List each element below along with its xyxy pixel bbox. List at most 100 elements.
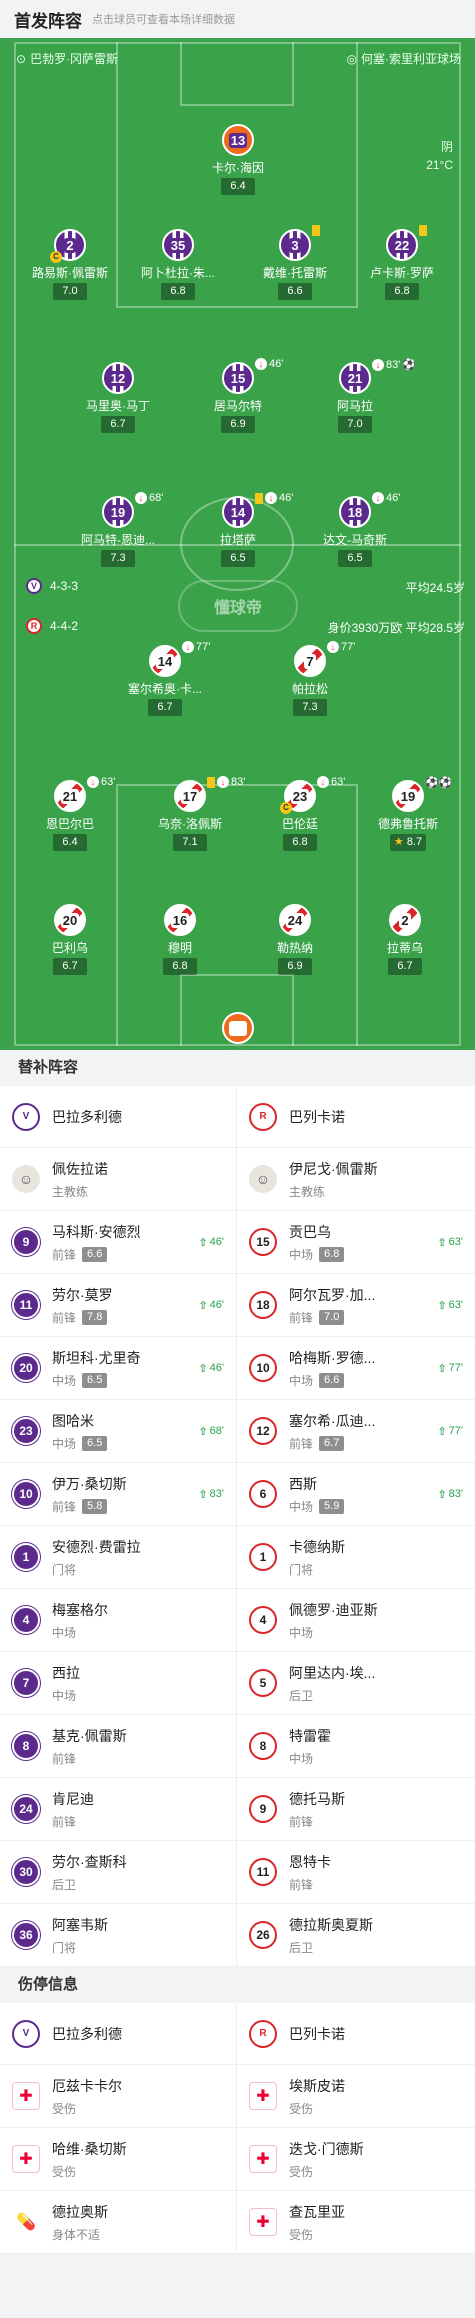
player-name: 塞尔希奥·卡... bbox=[128, 682, 202, 696]
home-player-5[interactable]: 12 马里奥·马丁 6.7 bbox=[63, 362, 173, 433]
home-player-2[interactable]: 35 阿卜杜拉·朱... 6.8 bbox=[123, 229, 233, 300]
away-player-2[interactable]: 21 ↓ 63' 恩巴尔巴 6.4 bbox=[15, 776, 125, 851]
player-name: 卡尔·海因 bbox=[212, 161, 264, 175]
home-sub-row[interactable]: 30 劳尔·查斯科 后卫 bbox=[0, 1841, 237, 1904]
sub-player-name: 斯坦科·尤里奇 bbox=[52, 1349, 141, 1366]
sub-in-minute: 46' bbox=[209, 1299, 224, 1311]
home-sub-row[interactable]: 9 马科斯·安德烈 前锋 6.6 ⇧ 46' bbox=[0, 1211, 237, 1274]
away-player-8[interactable]: 24 勒热纳 6.9 bbox=[240, 904, 350, 975]
injured-player-name: 哈维·桑切斯 bbox=[52, 2140, 127, 2157]
away-sub-row[interactable]: 18 阿尔瓦罗·加... 前锋 7.0 ⇧ 63' bbox=[237, 1274, 475, 1337]
star-icon: ★ bbox=[393, 836, 407, 848]
injury-status: 受伤 bbox=[289, 2164, 314, 2179]
home-team-row[interactable]: V 巴拉多利德 bbox=[0, 1086, 237, 1148]
jersey-number-icon: 7 bbox=[12, 1669, 40, 1697]
jersey-number-icon: 19 bbox=[102, 496, 134, 528]
home-sub-row[interactable]: 1 安德烈·费雷拉 门将 bbox=[0, 1526, 237, 1589]
sub-player-name: 基克·佩雷斯 bbox=[52, 1727, 127, 1744]
away-team-row[interactable]: R 巴列卡诺 bbox=[237, 1086, 475, 1148]
jersey-number-icon: 24 bbox=[279, 904, 311, 936]
sub-player-name: 塞尔希·瓜迪... bbox=[289, 1412, 376, 1429]
watermark-logo: 懂球帝 bbox=[178, 580, 298, 632]
home-injury-row[interactable]: 💊 德拉奥斯 身体不适 bbox=[0, 2191, 237, 2254]
home-coach-row[interactable]: ☺ 佩佐拉诺 主教练 bbox=[0, 1148, 237, 1211]
sub-player-position: 前锋 bbox=[52, 1247, 77, 1262]
injury-cross-icon: ✚ bbox=[12, 2145, 40, 2173]
player-rating: 6.4 bbox=[53, 834, 87, 851]
away-injury-row[interactable]: ✚ 埃斯皮诺 受伤 bbox=[237, 2065, 475, 2128]
home-sub-row[interactable]: 36 阿塞韦斯 门将 bbox=[0, 1904, 237, 1967]
home-sub-row[interactable]: 20 斯坦科·尤里奇 中场 6.5 ⇧ 46' bbox=[0, 1337, 237, 1400]
sub-player-rating: 7.0 bbox=[319, 1309, 345, 1325]
jersey-number-icon: 20 bbox=[54, 904, 86, 936]
away-player-1[interactable]: 7 ↓ 77' 帕拉松 7.3 bbox=[255, 641, 365, 716]
home-player-7[interactable]: 21 ↓ 83' ⚽ 阿马拉 7.0 bbox=[300, 358, 416, 433]
away-injury-row[interactable]: ✚ 查瓦里亚 受伤 bbox=[237, 2191, 475, 2254]
injury-cross-icon: ✚ bbox=[249, 2145, 277, 2173]
away-sub-row[interactable]: 5 阿里达内·埃... 后卫 bbox=[237, 1652, 475, 1715]
sub-in-minute: 63' bbox=[448, 1236, 463, 1248]
rating-value: 6.9 bbox=[230, 418, 246, 430]
home-player-4[interactable]: 22 卢卡斯·罗萨 6.8 bbox=[347, 225, 457, 300]
jersey-number-icon: 6 bbox=[249, 1480, 277, 1508]
away-player-4[interactable]: 23 C ↓ 63' 巴伦廷 6.8 bbox=[245, 776, 355, 851]
home-player-6[interactable]: 15 ↓ 46' 居马尔特 6.9 bbox=[183, 358, 293, 433]
away-sub-row[interactable]: 6 西斯 中场 5.9 ⇧ 83' bbox=[237, 1463, 475, 1526]
sub-minute: 83' bbox=[386, 358, 401, 371]
sub-player-position: 中场 bbox=[52, 1625, 77, 1640]
sub-player-name: 安德烈·费雷拉 bbox=[52, 1538, 141, 1555]
away-player-6[interactable]: 20 巴利乌 6.7 bbox=[15, 904, 125, 975]
goal-box-top bbox=[180, 42, 294, 106]
home-sub-row[interactable]: 8 基克·佩雷斯 前锋 bbox=[0, 1715, 237, 1778]
home-team-row[interactable]: V 巴拉多利德 bbox=[0, 2003, 237, 2065]
sub-in-arrow-icon: ⇧ bbox=[198, 1362, 208, 1375]
away-injury-row[interactable]: ✚ 迭戈·门德斯 受伤 bbox=[237, 2128, 475, 2191]
player-name: 巴塔利亚 bbox=[183, 1047, 293, 1050]
away-coach-row[interactable]: ☺ 伊尼戈·佩雷斯 主教练 bbox=[237, 1148, 475, 1211]
jersey-number-icon: 23 bbox=[12, 1417, 40, 1445]
player-rating: 7.0 bbox=[338, 416, 372, 433]
away-sub-row[interactable]: 1 卡德纳斯 门将 bbox=[237, 1526, 475, 1589]
home-injury-row[interactable]: ✚ 哈维·桑切斯 受伤 bbox=[0, 2128, 237, 2191]
away-player-7[interactable]: 16 穆明 6.8 bbox=[125, 904, 235, 975]
home-player-8[interactable]: 19 ↓ 68' 阿马特-恩迪... 7.3 bbox=[63, 492, 173, 567]
away-player-5[interactable]: 19 ⚽⚽ 德弗鲁托斯 ★ 8.7 bbox=[353, 777, 463, 851]
away-player-0[interactable]: 14 ↓ 77' 塞尔希奥·卡... 6.7 bbox=[110, 641, 220, 716]
home-player-1[interactable]: 2 C 路易斯·佩雷斯 7.0 bbox=[15, 229, 125, 300]
away-player-9[interactable]: 2 拉蒂乌 6.7 bbox=[350, 904, 460, 975]
away-sub-row[interactable]: 12 塞尔希·瓜迪... 前锋 6.7 ⇧ 77' bbox=[237, 1400, 475, 1463]
captain-icon: C bbox=[280, 802, 292, 814]
rating-value: 6.5 bbox=[230, 552, 246, 564]
away-sub-row[interactable]: 15 贡巴乌 中场 6.8 ⇧ 63' bbox=[237, 1211, 475, 1274]
away-sub-row[interactable]: 4 佩德罗·迪亚斯 中场 bbox=[237, 1589, 475, 1652]
home-player-9[interactable]: 14 ↓ 46' 拉塔萨 6.5 bbox=[183, 492, 293, 567]
away-player-10[interactable]: 13巴塔利亚7.3 bbox=[183, 1012, 293, 1050]
home-sub-row[interactable]: 23 图哈米 中场 6.5 ⇧ 68' bbox=[0, 1400, 237, 1463]
home-player-0[interactable]: 13 卡尔·海因 6.4 bbox=[183, 124, 293, 195]
home-sub-row[interactable]: 7 西拉 中场 bbox=[0, 1652, 237, 1715]
player-events: ↓ 68' bbox=[135, 492, 163, 504]
home-sub-row[interactable]: 11 劳尔·莫罗 前锋 7.8 ⇧ 46' bbox=[0, 1274, 237, 1337]
sub-in-info: ⇧ 77' bbox=[437, 1425, 463, 1438]
home-sub-row[interactable]: 24 肯尼迪 前锋 bbox=[0, 1778, 237, 1841]
jersey-number-icon: 10 bbox=[12, 1480, 40, 1508]
sub-in-info: ⇧ 83' bbox=[198, 1488, 224, 1501]
away-team-name: 巴列卡诺 bbox=[289, 1108, 345, 1125]
away-sub-row[interactable]: 9 德托马斯 前锋 bbox=[237, 1778, 475, 1841]
away-team-row[interactable]: R 巴列卡诺 bbox=[237, 2003, 475, 2065]
sub-in-info: ⇧ 46' bbox=[198, 1236, 224, 1249]
away-sub-row[interactable]: 8 特雷霍 中场 bbox=[237, 1715, 475, 1778]
away-sub-row[interactable]: 26 德拉斯奥夏斯 后卫 bbox=[237, 1904, 475, 1967]
home-player-10[interactable]: 18 ↓ 46' 达文-马奇斯 6.5 bbox=[300, 492, 410, 567]
home-sub-row[interactable]: 10 伊万·桑切斯 前锋 5.8 ⇧ 83' bbox=[0, 1463, 237, 1526]
rating-value: 6.8 bbox=[394, 285, 410, 297]
away-player-3[interactable]: 17 ↓ 83' 乌奈·洛佩斯 7.1 bbox=[135, 776, 245, 851]
away-sub-row[interactable]: 10 哈梅斯·罗德... 中场 6.6 ⇧ 77' bbox=[237, 1337, 475, 1400]
home-player-3[interactable]: 3 戴维·托雷斯 6.6 bbox=[240, 225, 350, 300]
home-injury-row[interactable]: ✚ 厄兹卡卡尔 受伤 bbox=[0, 2065, 237, 2128]
jersey-number: 19 bbox=[108, 504, 128, 520]
jersey-number: 2 bbox=[399, 912, 411, 928]
home-sub-row[interactable]: 4 梅塞格尔 中场 bbox=[0, 1589, 237, 1652]
away-sub-row[interactable]: 11 恩特卡 前锋 bbox=[237, 1841, 475, 1904]
sub-in-minute: 83' bbox=[448, 1488, 463, 1500]
